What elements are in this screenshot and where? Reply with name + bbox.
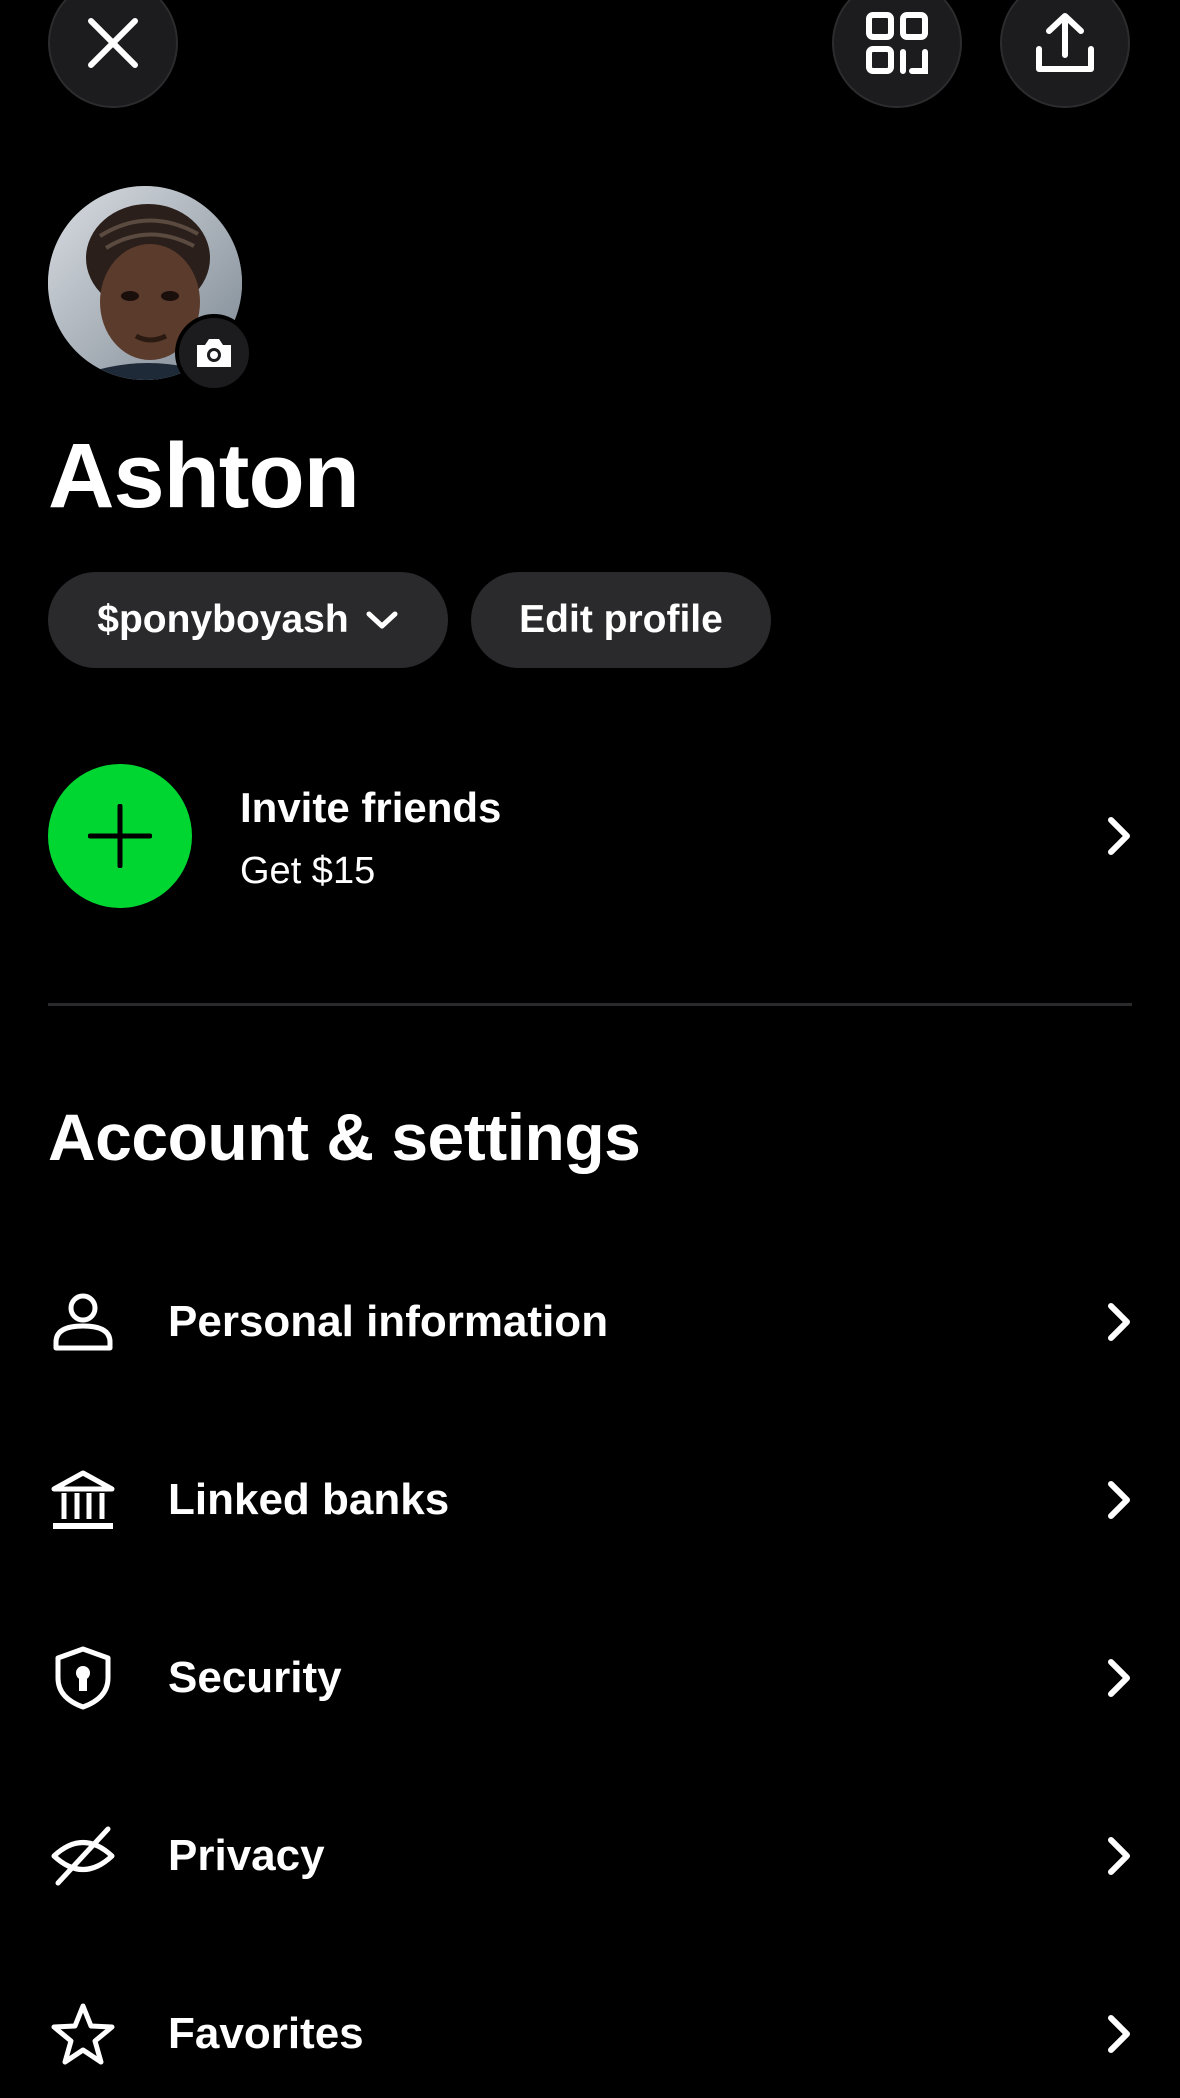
settings-item-label: Security bbox=[168, 1653, 342, 1702]
settings-item-security[interactable]: Security bbox=[48, 1618, 1132, 1738]
bank-icon bbox=[48, 1470, 118, 1530]
chevron-right-icon bbox=[1108, 1481, 1130, 1519]
edit-profile-button[interactable]: Edit profile bbox=[471, 572, 771, 668]
change-photo-button[interactable] bbox=[175, 314, 253, 392]
qr-code-button[interactable] bbox=[832, 0, 962, 108]
star-icon bbox=[48, 2003, 118, 2065]
invite-plus-badge bbox=[48, 764, 192, 908]
divider bbox=[48, 1003, 1132, 1006]
settings-item-label: Favorites bbox=[168, 2009, 364, 2058]
settings-item-label: Linked banks bbox=[168, 1475, 450, 1524]
plus-icon bbox=[88, 804, 152, 868]
chevron-right-icon bbox=[1108, 1837, 1130, 1875]
settings-item-label: Privacy bbox=[168, 1831, 325, 1880]
chevron-right-icon bbox=[1108, 1303, 1130, 1341]
chevron-right-icon bbox=[1108, 817, 1130, 855]
chevron-right-icon bbox=[1108, 2015, 1130, 2053]
invite-subtitle: Get $15 bbox=[240, 850, 376, 892]
invite-friends-row[interactable]: Invite friends Get $15 bbox=[48, 764, 1132, 908]
cashtag-label: $ponyboyash bbox=[97, 598, 349, 641]
eye-slash-icon bbox=[48, 1826, 118, 1886]
share-button[interactable] bbox=[1000, 0, 1130, 108]
qr-code-icon bbox=[866, 12, 928, 74]
cashtag-dropdown[interactable]: $ponyboyash bbox=[48, 572, 448, 668]
chevron-right-icon bbox=[1108, 1659, 1130, 1697]
close-icon bbox=[88, 18, 138, 68]
settings-item-label: Personal information bbox=[168, 1297, 609, 1346]
settings-item-favorites[interactable]: Favorites bbox=[48, 1974, 1132, 2094]
close-button[interactable] bbox=[48, 0, 178, 108]
person-icon bbox=[48, 1292, 118, 1352]
section-title: Account & settings bbox=[48, 1100, 641, 1174]
share-upload-icon bbox=[1036, 13, 1094, 72]
edit-profile-label: Edit profile bbox=[519, 598, 723, 641]
chevron-down-icon bbox=[366, 611, 398, 629]
invite-title: Invite friends bbox=[240, 784, 502, 831]
settings-item-linked-banks[interactable]: Linked banks bbox=[48, 1440, 1132, 1560]
shield-lock-icon bbox=[48, 1646, 118, 1710]
profile-name: Ashton bbox=[48, 425, 360, 527]
camera-icon bbox=[197, 339, 231, 367]
settings-item-privacy[interactable]: Privacy bbox=[48, 1796, 1132, 1916]
settings-item-personal-information[interactable]: Personal information bbox=[48, 1262, 1132, 1382]
